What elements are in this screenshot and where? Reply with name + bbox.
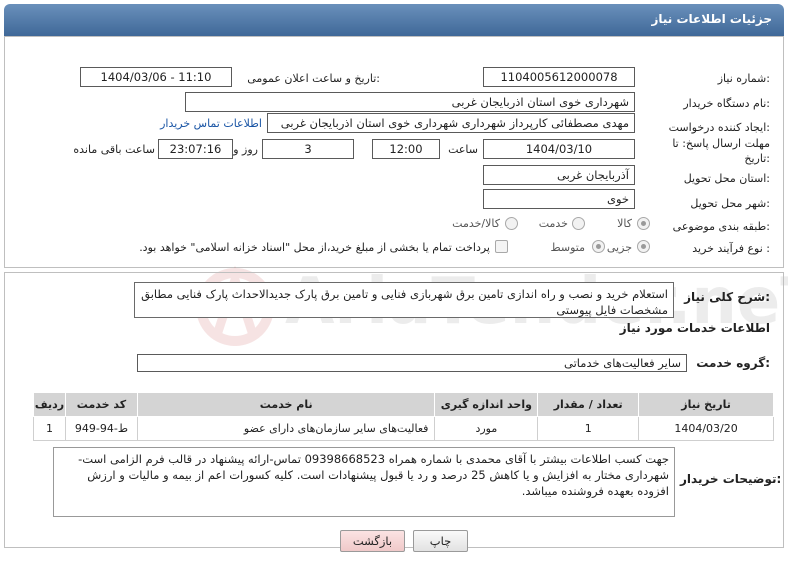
cell-service-name: فعالیت‌های سایر سازمان‌های دارای عضو <box>136 416 436 441</box>
cell-row-number: 1 <box>33 416 66 441</box>
deadline-time-field: 12:00 <box>372 139 440 159</box>
buyer-org-field: شهرداری خوی استان اذربایجان غربی <box>185 92 635 112</box>
panel-header: جزئیات اطلاعات نیاز <box>4 4 784 36</box>
service-group-label: گروه خدمت: <box>696 356 770 370</box>
table-row: 1 ط-94-949 فعالیت‌های سایر سازمان‌های دا… <box>33 416 774 441</box>
delivery-province-field: آذربایجان غربی <box>483 165 635 185</box>
description-textarea: استعلام خرید و نصب و راه اندازی تامین بر… <box>134 282 674 318</box>
treasury-payment-note: پرداخت تمام یا بخشی از مبلغ خرید،از محل … <box>139 241 490 254</box>
deadline-time-label: ساعت <box>448 143 478 156</box>
cell-unit: مورد <box>434 416 539 441</box>
services-table-header: ردیف کد خدمت نام خدمت واحد اندازه گیری ت… <box>33 392 774 417</box>
services-table: ردیف کد خدمت نام خدمت واحد اندازه گیری ت… <box>33 392 774 441</box>
buyer-notes-textarea: جهت کسب اطلاعات بیشتر با آقای محمدی با ش… <box>53 447 675 517</box>
remaining-time-label: ساعت باقی مانده <box>73 143 155 156</box>
delivery-province-label: استان محل تحویل: <box>683 172 770 185</box>
process-radio-minor[interactable] <box>637 240 650 253</box>
category-radio-service[interactable] <box>572 217 585 230</box>
cell-need-date: 1404/03/20 <box>638 416 774 441</box>
category-option-goods: کالا <box>617 217 632 230</box>
cell-quantity: 1 <box>537 416 640 441</box>
print-button[interactable]: چاپ <box>413 530 468 552</box>
back-button[interactable]: بازگشت <box>340 530 405 552</box>
col-need-date: تاریخ نیاز <box>638 392 774 417</box>
requester-label: ایجاد کننده درخواست: <box>668 121 770 134</box>
remaining-time-field: 23:07:16 <box>158 139 233 159</box>
category-option-goods-service: کالا/خدمت <box>452 217 500 230</box>
process-radio-medium[interactable] <box>592 240 605 253</box>
purchase-process-label: نوع فرآیند خرید : <box>692 242 770 255</box>
buyer-notes-label: توضیحات خریدار: <box>680 472 782 486</box>
description-label: شرح کلی نیاز: <box>684 290 770 304</box>
requester-field: مهدی مصطفائی کارپرداز شهرداری شهرداری خو… <box>267 113 635 133</box>
need-number-field: 1104005612000078 <box>483 67 635 87</box>
services-section-title: اطلاعات خدمات مورد نیاز <box>619 321 770 335</box>
delivery-city-label: شهر محل تحویل: <box>690 197 770 210</box>
col-row-number: ردیف <box>33 392 66 417</box>
announce-label: تاریخ و ساعت اعلان عمومی: <box>247 72 380 85</box>
deadline-days-field: 3 <box>262 139 354 159</box>
deadline-date-field: 1404/03/10 <box>483 139 635 159</box>
col-quantity: تعداد / مقدار <box>537 392 640 417</box>
col-service-name: نام خدمت <box>136 392 436 417</box>
deadline-label-line1: مهلت ارسال پاسخ: تا <box>672 137 770 150</box>
need-number-label: شماره نیاز: <box>717 72 770 85</box>
category-radio-goods[interactable] <box>637 217 650 230</box>
col-service-code: کد خدمت <box>64 392 138 417</box>
buyer-org-label: نام دستگاه خریدار: <box>683 97 770 110</box>
buyer-contact-link[interactable]: اطلاعات تماس خریدار <box>122 117 262 130</box>
page-title: جزئیات اطلاعات نیاز <box>651 12 772 26</box>
cell-service-code: ط-94-949 <box>64 416 138 441</box>
col-unit: واحد اندازه گیری <box>434 392 539 417</box>
process-option-medium: متوسط <box>550 241 585 254</box>
deadline-label-line2: تاریخ: <box>744 152 770 165</box>
category-label: طبقه بندی موضوعی: <box>672 220 770 233</box>
category-option-service: خدمت <box>538 217 568 230</box>
announce-field: 1404/03/06 - 11:10 <box>80 67 232 87</box>
delivery-city-field: خوی <box>483 189 635 209</box>
category-radio-goods-service[interactable] <box>505 217 518 230</box>
treasury-payment-checkbox[interactable] <box>495 240 508 253</box>
service-group-field: سایر فعالیت‌های خدماتی <box>137 354 687 372</box>
